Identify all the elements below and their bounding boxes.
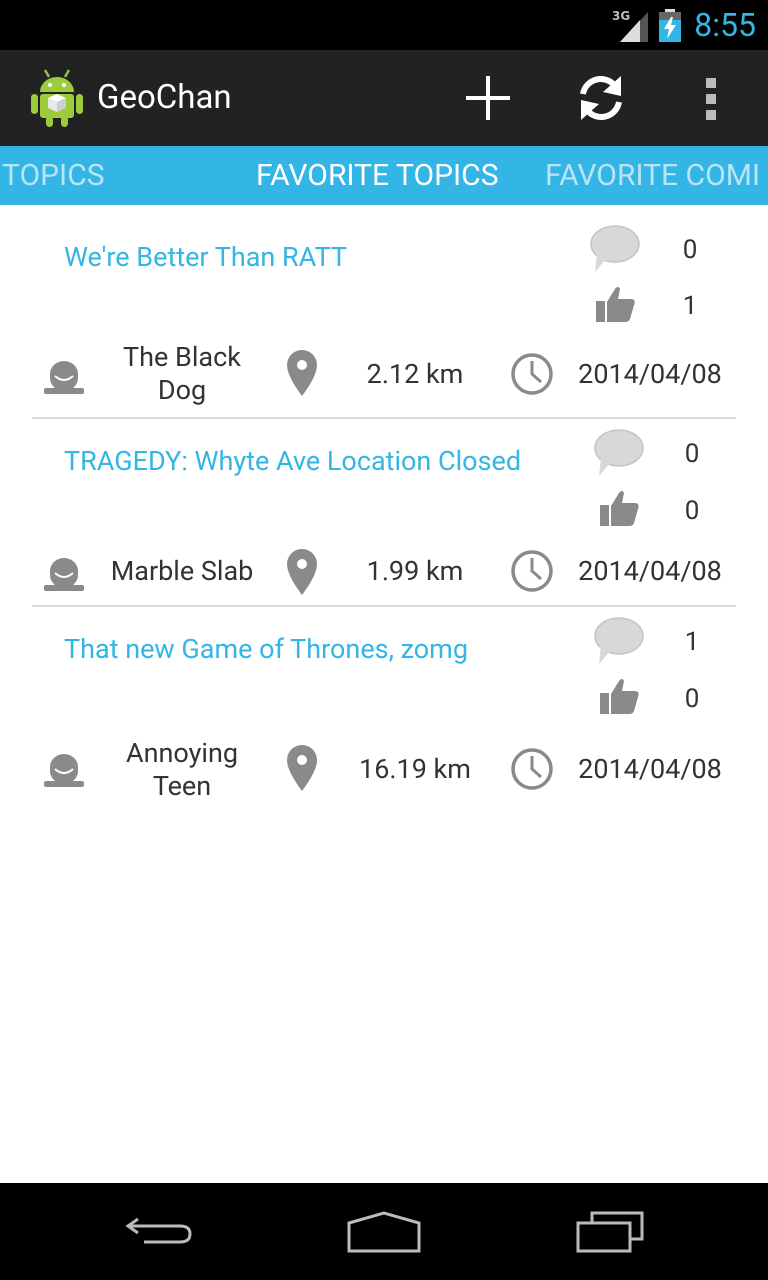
topic-distance: 16.19 km — [359, 753, 471, 785]
comment-count: 0 — [682, 235, 698, 265]
comment-bubble-icon — [590, 225, 640, 272]
back-icon[interactable] — [124, 1207, 196, 1257]
overflow-menu-button[interactable] — [682, 68, 742, 128]
battery-icon — [659, 9, 681, 42]
user-icon — [44, 361, 84, 394]
topic-distance: 2.12 km — [366, 358, 464, 390]
system-nav-bar — [0, 1183, 768, 1280]
thumbs-up-icon — [600, 491, 639, 526]
topic-date: 2014/04/08 — [578, 753, 722, 785]
location-pin-icon — [287, 350, 317, 396]
clock-icon — [511, 748, 553, 790]
add-icon — [466, 76, 510, 120]
status-time: 8:55 — [694, 6, 756, 44]
home-icon[interactable] — [346, 1207, 422, 1257]
tab-favorite-comments[interactable]: FAVORITE COMI — [545, 146, 760, 205]
topic-author: Marble Slab — [110, 555, 254, 587]
location-pin-icon — [287, 745, 317, 791]
topic-author: The Black Dog — [123, 341, 241, 406]
topic-date: 2014/04/08 — [578, 555, 722, 587]
topic-distance: 1.99 km — [366, 555, 464, 587]
topic-date: 2014/04/08 — [578, 358, 722, 390]
comment-bubble-icon — [594, 429, 644, 476]
user-icon — [44, 754, 84, 787]
comment-bubble-icon — [594, 617, 644, 664]
thumbs-up-icon — [596, 287, 635, 322]
android-app-icon — [31, 69, 83, 127]
comment-count: 0 — [684, 439, 700, 469]
app-title: GeoChan — [97, 78, 232, 117]
user-icon — [44, 558, 84, 591]
like-count: 0 — [684, 496, 700, 526]
topic-title[interactable]: We're Better Than RATT — [64, 241, 347, 273]
location-pin-icon — [287, 549, 317, 595]
overflow-menu-icon — [706, 78, 716, 120]
signal-icon: 3G — [612, 9, 648, 42]
svg-text:3G: 3G — [612, 9, 630, 23]
topic-title[interactable]: TRAGEDY: Whyte Ave Location Closed — [64, 445, 521, 477]
recent-apps-icon[interactable] — [574, 1207, 646, 1257]
thumbs-up-icon — [600, 679, 639, 714]
action-bar: GeoChan — [0, 50, 768, 146]
like-count: 0 — [684, 684, 700, 714]
status-bar: 3G 8:55 — [0, 0, 768, 50]
refresh-icon — [580, 76, 622, 120]
tab-favorite-topics[interactable]: FAVORITE TOPICS — [256, 146, 499, 205]
topic-row[interactable]: We're Better Than RATT 0 1 The Black Dog… — [0, 205, 768, 417]
comment-count: 1 — [684, 627, 700, 657]
tab-strip: TOPICS FAVORITE TOPICS FAVORITE COMI — [0, 146, 768, 205]
add-topic-button[interactable] — [458, 68, 518, 128]
topic-row[interactable]: That new Game of Thrones, zomg 1 0 Annoy… — [0, 607, 768, 807]
refresh-button[interactable] — [571, 68, 631, 128]
topic-author: Annoying Teen — [125, 737, 239, 802]
topic-title[interactable]: That new Game of Thrones, zomg — [64, 633, 468, 665]
like-count: 1 — [682, 291, 698, 321]
clock-icon — [511, 353, 553, 395]
topic-row[interactable]: TRAGEDY: Whyte Ave Location Closed 0 0 M… — [0, 419, 768, 605]
clock-icon — [511, 550, 553, 592]
tab-topics[interactable]: TOPICS — [2, 146, 105, 205]
